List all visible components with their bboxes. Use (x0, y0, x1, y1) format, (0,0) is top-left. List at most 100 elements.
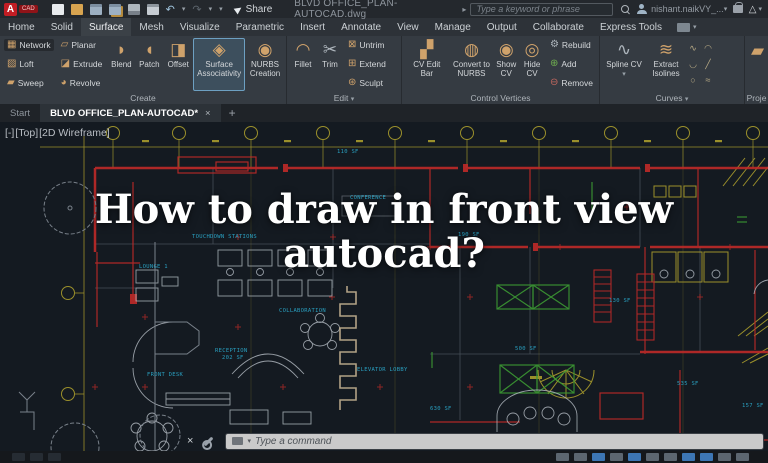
wrench-icon[interactable] (204, 436, 214, 446)
patch-button[interactable]: ◖Patch (135, 38, 163, 91)
cv-edit-bar-button[interactable]: ▞CV Edit Bar (404, 38, 450, 91)
undo-icon[interactable]: ↶ (166, 3, 175, 16)
autodesk-icon[interactable]: △ (749, 4, 757, 15)
extract-isolines-button[interactable]: ≋Extract Isolines (646, 38, 686, 91)
planar-button[interactable]: ▱Planar (58, 39, 106, 51)
rebuild-button[interactable]: ⚙Rebuild (547, 39, 596, 51)
otrack-toggle-icon[interactable] (646, 453, 659, 461)
close-command-icon[interactable]: × (187, 435, 193, 447)
extrude-button[interactable]: ◪Extrude (58, 58, 106, 70)
project-geometry-icon[interactable]: ▰ (751, 42, 764, 59)
trim-button[interactable]: ✂Trim (317, 38, 343, 91)
tab-manage[interactable]: Manage (427, 18, 479, 36)
network-button[interactable]: ▦Network (4, 39, 54, 51)
curve-tool-icon[interactable]: ∿ (686, 41, 700, 56)
offset-button[interactable]: ◨Offset (163, 38, 193, 91)
panel-label-curves[interactable]: Curves ▾ (600, 92, 744, 104)
viewport-view-control[interactable]: [Top] (15, 127, 38, 139)
viewport-controls: [-] [Top] [2D Wireframe] (5, 127, 110, 139)
snap-toggle-icon[interactable] (574, 453, 587, 461)
toolbar-customize-icon[interactable]: ▾ (219, 5, 223, 13)
viewport-menu[interactable]: [-] (5, 127, 14, 139)
curve-tool-icon[interactable]: ╱ (701, 57, 715, 72)
command-caret-icon[interactable]: ▾ (247, 437, 251, 445)
spline-cv-button[interactable]: ∿Spline CV▾ (602, 38, 646, 91)
panel-label-edit[interactable]: Edit ▾ (287, 92, 401, 104)
tab-view[interactable]: View (389, 18, 427, 36)
new-drawing-button[interactable]: + (221, 104, 244, 122)
surface-associativity-button[interactable]: ◈Surface Associativity (193, 38, 245, 91)
user-avatar-icon[interactable] (637, 4, 647, 14)
convert-to-nurbs-button[interactable]: ◍Convert to NURBS (450, 38, 494, 91)
nurbs-creation-button[interactable]: ◉NURBS Creation (245, 38, 285, 91)
sweep-button[interactable]: ▰Sweep (4, 77, 54, 89)
revolve-button[interactable]: ◕Revolve (58, 77, 106, 89)
remove-button[interactable]: ⊖Remove (547, 77, 596, 89)
tab-solid[interactable]: Solid (43, 18, 81, 36)
tab-start[interactable]: Start (0, 104, 40, 122)
ortho-toggle-icon[interactable] (592, 453, 605, 461)
curve-tool-icon[interactable]: ◡ (686, 57, 700, 72)
loft-button[interactable]: ▨Loft (4, 58, 54, 70)
untrim-button[interactable]: ⊠Untrim (345, 39, 389, 51)
tab-insert[interactable]: Insert (292, 18, 333, 36)
fillet-button[interactable]: ◠Fillet (289, 38, 317, 91)
drawing-area[interactable]: 110 SFCONFERENCETOUCHDOWN STATIONS190 SF… (0, 122, 768, 463)
new-file-icon[interactable] (52, 4, 64, 15)
open-file-icon[interactable] (71, 4, 83, 15)
tab-surface[interactable]: Surface (81, 18, 131, 36)
print-icon[interactable] (147, 4, 159, 15)
dyn-input-toggle-icon[interactable] (664, 453, 677, 461)
redo-dropdown-icon[interactable]: ▾ (209, 5, 213, 13)
autocad-window: A CAD ↶ ▾ ↷ ▾ ▾ ▶ Share BLVD OFFICE_PLAN… (0, 0, 768, 463)
share-button[interactable]: ▶ Share (235, 4, 273, 15)
command-input[interactable]: ▾ Type a command (226, 434, 763, 449)
tab-mesh[interactable]: Mesh (131, 18, 171, 36)
show-cv-button[interactable]: ◉Show CV (493, 38, 519, 91)
username[interactable]: nishant.naikVY_... (651, 4, 724, 14)
tab-visualize[interactable]: Visualize (172, 18, 228, 36)
user-dropdown-icon[interactable]: ▾ (724, 5, 728, 13)
redo-icon[interactable]: ↷ (192, 3, 201, 16)
search-icon[interactable] (621, 5, 630, 14)
tab-output[interactable]: Output (479, 18, 525, 36)
save-icon[interactable] (90, 4, 102, 15)
app-store-icon[interactable] (733, 5, 743, 13)
polar-toggle-icon[interactable] (610, 453, 623, 461)
extend-button[interactable]: ⊞Extend (345, 58, 389, 70)
blend-button[interactable]: ◗Blend (107, 38, 135, 91)
tab-express-tools[interactable]: Express Tools (592, 18, 670, 36)
curve-tool-icon[interactable]: ≈ (701, 73, 715, 88)
add-button[interactable]: ⊕Add (547, 58, 596, 70)
curve-tool-icon[interactable]: ○ (686, 73, 700, 88)
search-input[interactable]: Type a keyword or phrase (470, 3, 612, 16)
ribbon-overflow-button[interactable]: ▾ (670, 18, 704, 36)
isolate-toggle-icon[interactable] (736, 453, 749, 461)
status-left-chip[interactable] (48, 453, 61, 461)
hide-cv-button[interactable]: ◎Hide CV (519, 38, 545, 91)
autodesk-dropdown-icon[interactable]: ▾ (759, 5, 763, 13)
document-title: BLVD OFFICE_PLAN-AUTOCAD.dwg (294, 0, 462, 20)
app-menu-button[interactable]: A CAD (4, 3, 38, 16)
close-document-icon[interactable]: × (205, 108, 211, 119)
lineweight-toggle-icon[interactable] (682, 453, 695, 461)
tab-collaborate[interactable]: Collaborate (525, 18, 592, 36)
tab-home[interactable]: Home (0, 18, 43, 36)
title-expand-icon[interactable]: ▸ (462, 5, 466, 14)
osnap-toggle-icon[interactable] (628, 453, 641, 461)
grid-toggle-icon[interactable] (556, 453, 569, 461)
curve-tool-icon[interactable]: ◠ (701, 41, 715, 56)
sculpt-button[interactable]: ⊛Sculpt (345, 77, 389, 89)
workspace-toggle-icon[interactable] (718, 453, 731, 461)
tab-annotate[interactable]: Annotate (333, 18, 389, 36)
share-icon: ▶ (232, 3, 244, 16)
tab-active-document[interactable]: BLVD OFFICE_PLAN-AUTOCAD* × (40, 104, 221, 122)
status-left-chip[interactable] (12, 453, 25, 461)
status-left-chip[interactable] (30, 453, 43, 461)
tab-parametric[interactable]: Parametric (228, 18, 292, 36)
annotation-toggle-icon[interactable] (700, 453, 713, 461)
save-as-icon[interactable] (109, 4, 121, 15)
plot-icon[interactable] (128, 4, 140, 15)
undo-dropdown-icon[interactable]: ▾ (182, 5, 186, 13)
viewport-style-control[interactable]: [2D Wireframe] (39, 127, 110, 139)
